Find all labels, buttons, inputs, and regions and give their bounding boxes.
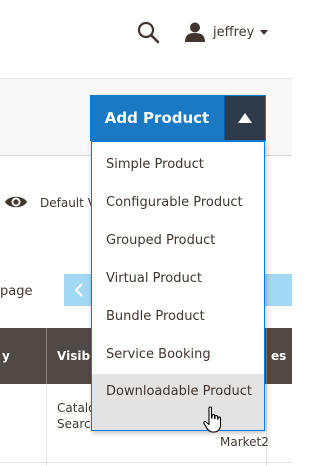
menu-item-downloadable-product[interactable]: Downloadable Product bbox=[92, 374, 264, 430]
chevron-down-icon bbox=[260, 30, 269, 35]
add-product-dropdown-toggle[interactable] bbox=[224, 95, 266, 141]
add-product-split-button: Add Product bbox=[90, 95, 266, 141]
triangle-up-icon bbox=[238, 113, 252, 123]
chevron-left-icon bbox=[74, 283, 83, 297]
menu-item-bundle-product[interactable]: Bundle Product bbox=[92, 297, 264, 335]
next-page-button[interactable] bbox=[265, 274, 292, 306]
previous-page-button[interactable] bbox=[64, 274, 94, 306]
menu-item-simple-product[interactable]: Simple Product bbox=[92, 145, 264, 183]
default-view-selector[interactable]: Default V bbox=[40, 196, 96, 210]
search-icon bbox=[137, 21, 160, 44]
user-icon bbox=[185, 22, 205, 42]
column-header[interactable]: y bbox=[0, 328, 46, 384]
add-product-dropdown-menu: Simple Product Configurable Product Grou… bbox=[91, 141, 265, 431]
hand-pointer-icon bbox=[203, 406, 222, 433]
websites-cell bbox=[266, 384, 292, 466]
per-page-label: page bbox=[0, 284, 33, 299]
add-product-button[interactable]: Add Product bbox=[90, 95, 224, 141]
menu-item-virtual-product[interactable]: Virtual Product bbox=[92, 259, 264, 297]
page-header: jeffrey bbox=[0, 0, 292, 70]
row-divider bbox=[0, 462, 292, 463]
user-account-menu[interactable]: jeffrey bbox=[184, 18, 269, 46]
search-button[interactable] bbox=[136, 20, 160, 44]
eye-icon[interactable] bbox=[4, 192, 28, 212]
username-label: jeffrey bbox=[213, 24, 255, 40]
column-header-websites[interactable]: es bbox=[266, 328, 292, 384]
websites-value-line: Market2 bbox=[220, 435, 269, 449]
table-cell bbox=[0, 384, 46, 466]
menu-item-configurable-product[interactable]: Configurable Product bbox=[92, 183, 264, 221]
menu-item-grouped-product[interactable]: Grouped Product bbox=[92, 221, 264, 259]
menu-item-service-booking[interactable]: Service Booking bbox=[92, 335, 264, 373]
